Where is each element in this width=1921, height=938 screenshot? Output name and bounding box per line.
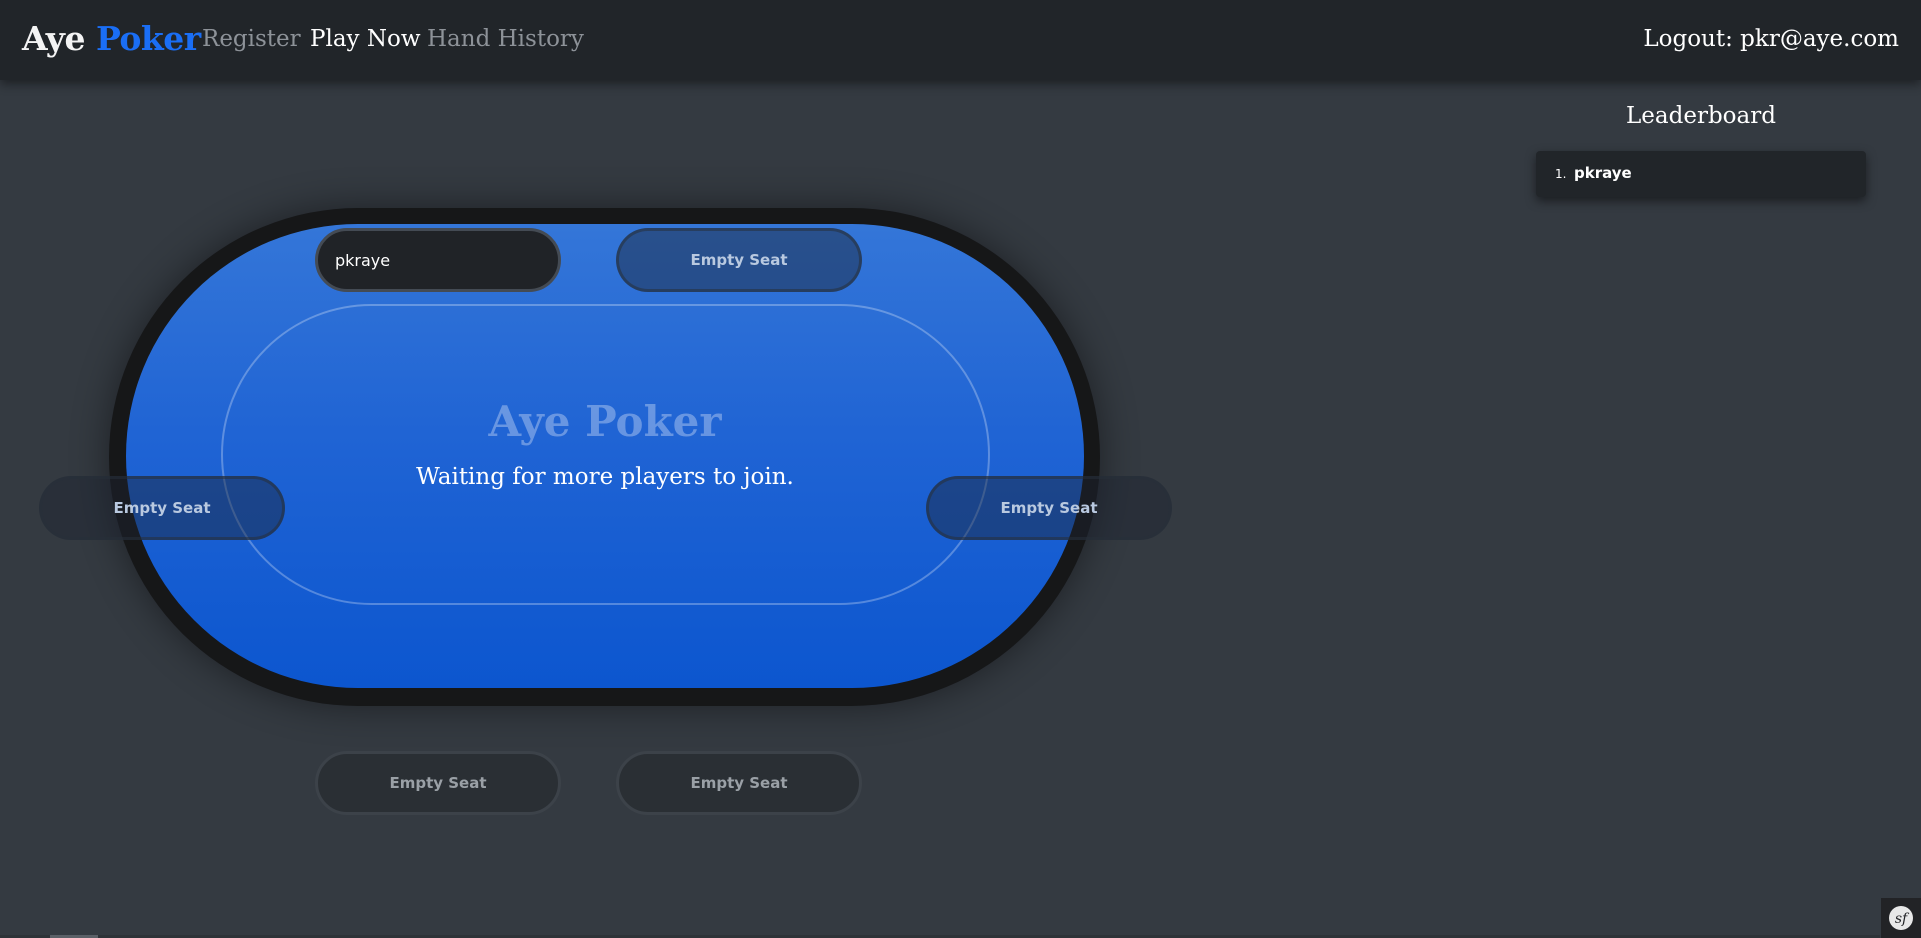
seat-2[interactable]: Empty Seat [616,228,862,292]
brand-word-poker: Poker [95,19,201,58]
symfony-icon[interactable]: sf [1881,898,1921,938]
nav-play-now[interactable]: Play Now [310,24,421,54]
seat-6[interactable]: Empty Seat [39,476,285,540]
table-inner-line [221,304,990,605]
nav-hand-history[interactable]: Hand History [427,24,584,54]
leaderboard-entry: 1. pkraye [1536,151,1866,197]
brand-word-aye: Aye [22,19,85,58]
seat-1[interactable]: pkraye [315,228,561,292]
seat-4[interactable]: Empty Seat [616,751,862,815]
leaderboard-player-name[interactable]: pkraye [1574,163,1632,184]
seat-3[interactable]: Empty Seat [926,476,1172,540]
navbar: Aye Poker Register Play Now Hand History… [0,0,1921,80]
nav-register[interactable]: Register [202,24,301,54]
leaderboard-title: Leaderboard [1626,103,1776,129]
seat-5[interactable]: Empty Seat [315,751,561,815]
brand-logo[interactable]: Aye Poker [22,18,201,60]
table-title: Aye Poker [488,397,722,446]
logout-link[interactable]: Logout: pkr@aye.com [1643,24,1899,54]
leaderboard-rank: 1. [1555,167,1567,181]
symfony-logo-glyph: sf [1889,906,1913,930]
